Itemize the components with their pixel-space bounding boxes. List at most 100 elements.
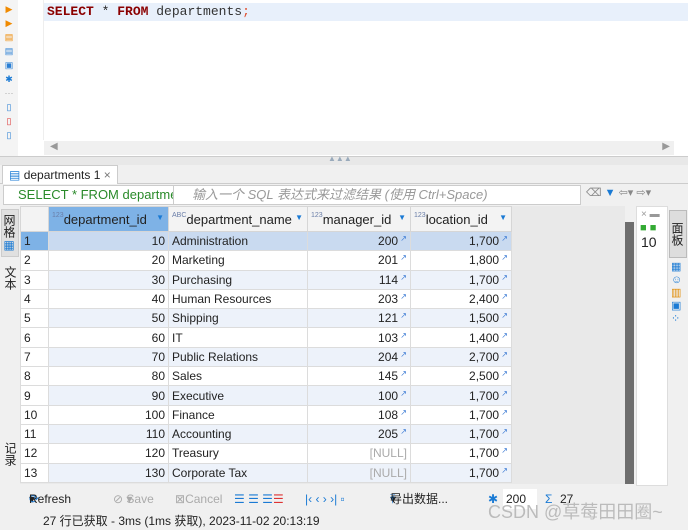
row-number[interactable]: 11 — [20, 423, 49, 445]
table-cell[interactable]: 50 — [48, 308, 169, 329]
table-cell[interactable]: 120 — [48, 443, 169, 464]
sort-icon[interactable]: ▼ — [499, 213, 507, 222]
row-number[interactable]: 2 — [20, 250, 49, 271]
execute-new-tab-icon[interactable]: ▶ — [4, 18, 14, 28]
table-cell[interactable]: 145 ↗ — [307, 366, 411, 387]
sql-editor[interactable]: ▶ ▶ ▤ ▤ ▣ ✱ ⋯ ▯ ▯ ▯ SELECT * FROM depart… — [0, 0, 688, 156]
table-cell[interactable]: 80 — [48, 366, 169, 387]
table-cell[interactable]: 1,700 ↗ — [410, 423, 512, 445]
table-cell[interactable]: 90 — [48, 385, 169, 406]
table-cell[interactable]: 2,700 ↗ — [410, 346, 512, 368]
table-cell[interactable]: 20 — [48, 250, 169, 271]
row-number[interactable]: 5 — [20, 308, 49, 329]
foreign-key-link-icon[interactable]: ↗ — [398, 273, 407, 282]
file-icon[interactable]: ▯ — [4, 130, 14, 140]
row-edit-icons[interactable]: ☰ ☰ ☰ ☰ — [234, 487, 284, 511]
sort-icon[interactable]: ▼ — [295, 213, 303, 222]
table-cell[interactable]: 60 — [48, 327, 169, 348]
forward-icon[interactable]: ⇨▾ — [636, 187, 651, 199]
table-cell[interactable]: 1,700 ↗ — [410, 443, 512, 464]
foreign-key-link-icon[interactable]: ↗ — [398, 234, 407, 243]
horizontal-scrollbar[interactable]: ◀ ▶ — [44, 141, 674, 155]
minimize-icon[interactable]: ▬ — [650, 209, 660, 220]
table-cell[interactable]: 108 ↗ — [307, 404, 411, 425]
table-row[interactable]: 2 20 Marketing 201 ↗ 1,800 ↗ — [20, 250, 512, 271]
foreign-key-link-icon[interactable]: ↗ — [499, 311, 508, 320]
table-cell[interactable]: [NULL] — [307, 462, 411, 483]
table-row[interactable]: 13 130 Corporate Tax [NULL] 1,700 ↗ — [20, 462, 512, 483]
sort-icon[interactable]: ▼ — [398, 213, 406, 222]
table-cell[interactable]: 100 — [48, 404, 169, 425]
foreign-key-link-icon[interactable]: ↗ — [398, 369, 407, 378]
table-cell[interactable]: 1,700 ↗ — [410, 385, 512, 406]
tab-text[interactable]: 文本 — [1, 266, 19, 290]
table-cell[interactable]: Public Relations — [168, 346, 308, 368]
table-cell[interactable]: 40 — [48, 288, 169, 310]
error-file-icon[interactable]: ▯ — [4, 116, 14, 126]
table-cell[interactable]: 130 — [48, 462, 169, 483]
foreign-key-link-icon[interactable]: ↗ — [499, 427, 508, 436]
row-number[interactable]: 9 — [20, 385, 49, 406]
row-number[interactable]: 7 — [20, 346, 49, 368]
foreign-key-link-icon[interactable]: ↗ — [499, 331, 508, 340]
table-cell[interactable]: 204 ↗ — [307, 346, 411, 368]
table-cell[interactable]: 1,700 ↗ — [410, 462, 512, 483]
table-row[interactable]: 8 80 Sales 145 ↗ 2,500 ↗ — [20, 366, 512, 387]
row-number[interactable]: 4 — [20, 288, 49, 310]
column-header-manager-id[interactable]: 123manager_id ▼ — [307, 206, 411, 232]
table-cell[interactable]: 1,800 ↗ — [410, 250, 512, 271]
table-cell[interactable]: IT — [168, 327, 308, 348]
tab-record[interactable]: 记录 — [1, 442, 19, 466]
table-row[interactable]: 4 40 Human Resources 203 ↗ 2,400 ↗ — [20, 288, 512, 310]
table-row[interactable]: 11 110 Accounting 205 ↗ 1,700 ↗ — [20, 423, 512, 445]
table-cell[interactable]: 2,400 ↗ — [410, 288, 512, 310]
save-button[interactable]: ⊘ Save ▾ — [113, 487, 154, 511]
save-icon[interactable]: ■ — [640, 222, 647, 234]
apps-icon[interactable]: ⁘ — [671, 313, 682, 326]
filter-icon[interactable]: ▼ — [605, 187, 616, 199]
more-icon[interactable]: ⋯ — [4, 88, 14, 98]
row-number[interactable]: 3 — [20, 269, 49, 290]
table-row[interactable]: 5 50 Shipping 121 ↗ 1,500 ↗ — [20, 308, 512, 329]
result-grid[interactable]: 123department_id ▼ ABCdepartment_name ▼ 12… — [20, 206, 625, 484]
tab-panels[interactable]: 面板 — [669, 210, 687, 258]
grid-icon[interactable]: ▦ — [671, 261, 682, 274]
table-cell[interactable]: 200 ↗ — [307, 230, 411, 252]
table-cell[interactable]: Finance — [168, 404, 308, 425]
table-cell[interactable]: 1,400 ↗ — [410, 327, 512, 348]
row-number[interactable]: 8 — [20, 366, 49, 387]
table-cell[interactable]: 114 ↗ — [307, 269, 411, 290]
table-cell[interactable]: 110 — [48, 423, 169, 445]
table-cell[interactable]: 203 ↗ — [307, 288, 411, 310]
table-cell[interactable]: 1,500 ↗ — [410, 308, 512, 329]
sql-code-line[interactable]: SELECT * FROM departments; — [44, 3, 688, 21]
layout-icon[interactable]: ▣ — [671, 300, 682, 313]
table-cell[interactable]: 205 ↗ — [307, 423, 411, 445]
table-cell[interactable]: 1,700 ↗ — [410, 269, 512, 290]
foreign-key-link-icon[interactable]: ↗ — [499, 369, 508, 378]
table-cell[interactable]: Shipping — [168, 308, 308, 329]
table-cell[interactable]: 2,500 ↗ — [410, 366, 512, 387]
row-number[interactable]: 10 — [20, 404, 49, 425]
row-number[interactable]: 1 — [20, 230, 49, 252]
foreign-key-link-icon[interactable]: ↗ — [398, 408, 407, 417]
foreign-key-link-icon[interactable]: ↗ — [499, 253, 508, 262]
export-icon[interactable]: ▯ — [4, 102, 14, 112]
table-row[interactable]: 12 120 Treasury [NULL] 1,700 ↗ — [20, 443, 512, 464]
foreign-key-link-icon[interactable]: ↗ — [499, 234, 508, 243]
table-row[interactable]: 1 10 Administration 200 ↗ 1,700 ↗ — [20, 230, 512, 252]
table-cell[interactable]: 103 ↗ — [307, 327, 411, 348]
table-cell[interactable]: Sales — [168, 366, 308, 387]
foreign-key-link-icon[interactable]: ↗ — [499, 350, 508, 359]
foreign-key-link-icon[interactable]: ↗ — [398, 427, 407, 436]
table-cell[interactable]: 201 ↗ — [307, 250, 411, 271]
splitter[interactable]: ▲▲▲ — [0, 154, 688, 165]
save-as-icon[interactable]: ■ — [650, 222, 657, 234]
table-cell[interactable]: 1,700 ↗ — [410, 230, 512, 252]
filter-input[interactable]: 输入一个 SQL 表达式来过滤结果 (使用 Ctrl+Space) — [192, 186, 488, 204]
foreign-key-link-icon[interactable]: ↗ — [499, 292, 508, 301]
table-row[interactable]: 10 100 Finance 108 ↗ 1,700 ↗ — [20, 404, 512, 425]
sort-icon[interactable]: ▼ — [156, 213, 164, 222]
foreign-key-link-icon[interactable]: ↗ — [398, 389, 407, 398]
foreign-key-link-icon[interactable]: ↗ — [398, 311, 407, 320]
